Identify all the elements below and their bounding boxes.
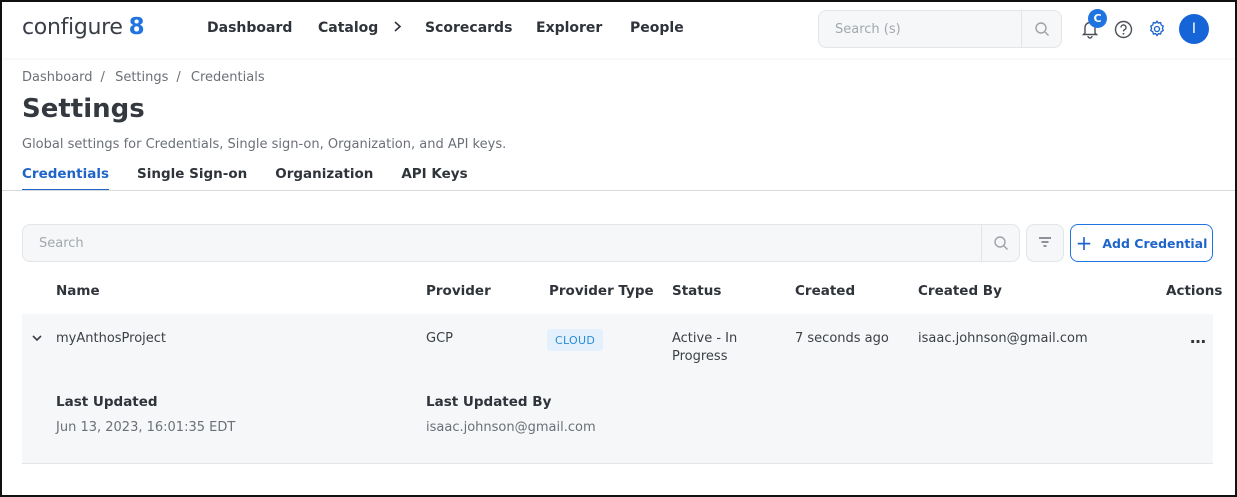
- chevron-right-icon: [393, 20, 402, 36]
- tab-credentials[interactable]: Credentials: [22, 166, 110, 191]
- nav-catalog[interactable]: Catalog: [318, 20, 402, 36]
- breadcrumb-separator: /: [176, 70, 181, 85]
- credentials-search: [22, 224, 1020, 262]
- last-updated-by-value: isaac.johnson@gmail.com: [426, 420, 596, 435]
- last-updated-label: Last Updated: [56, 394, 158, 410]
- page-subtitle: Global settings for Credentials, Single …: [22, 137, 507, 152]
- global-search-input[interactable]: [819, 11, 1019, 47]
- page-title: Settings: [22, 94, 145, 124]
- nav-people[interactable]: People: [630, 20, 684, 36]
- settings-tabs: Credentials Single Sign-on Organization …: [22, 166, 496, 191]
- add-credential-label: Add Credential: [1102, 235, 1208, 251]
- column-header-provider[interactable]: Provider: [426, 283, 491, 299]
- logo-mark: 8: [128, 14, 145, 40]
- row-name: myAnthosProject: [56, 331, 167, 346]
- configure8-logo[interactable]: configure 8: [22, 14, 145, 40]
- notification-badge: C: [1088, 9, 1107, 28]
- column-header-actions: Actions: [1166, 283, 1223, 299]
- tabs-divider: [2, 190, 1235, 191]
- row-status-line1: Active - In: [672, 331, 738, 346]
- add-credential-button[interactable]: + Add Credential: [1070, 224, 1213, 262]
- row-created-by: isaac.johnson@gmail.com: [918, 331, 1088, 346]
- column-header-name[interactable]: Name: [56, 283, 100, 299]
- row-status-line2: Progress: [672, 349, 728, 364]
- row-status: Active - In Progress: [672, 330, 737, 366]
- breadcrumb-credentials: Credentials: [190, 70, 265, 85]
- chevron-down-icon[interactable]: [30, 330, 44, 344]
- nav-catalog-label: Catalog: [318, 20, 379, 36]
- breadcrumb-separator: /: [100, 70, 105, 85]
- nav-scorecards[interactable]: Scorecards: [425, 20, 512, 36]
- column-header-created[interactable]: Created: [795, 283, 855, 299]
- row-provider: GCP: [426, 331, 453, 346]
- breadcrumb-settings[interactable]: Settings: [115, 70, 168, 85]
- search-icon[interactable]: [1021, 11, 1061, 47]
- column-header-status[interactable]: Status: [672, 283, 721, 299]
- column-header-created-by[interactable]: Created By: [918, 283, 1002, 299]
- tab-single-sign-on[interactable]: Single Sign-on: [137, 166, 247, 190]
- last-updated-by-label: Last Updated By: [426, 394, 552, 410]
- provider-type-tag: CLOUD: [547, 329, 604, 351]
- filter-icon: [1037, 234, 1053, 253]
- last-updated-value: Jun 13, 2023, 16:01:35 EDT: [56, 420, 236, 435]
- tab-organization[interactable]: Organization: [275, 166, 373, 190]
- column-header-provider-type[interactable]: Provider Type: [549, 283, 654, 299]
- breadcrumb-dashboard[interactable]: Dashboard: [22, 70, 93, 85]
- row-created: 7 seconds ago: [795, 331, 889, 346]
- credentials-search-input[interactable]: [23, 225, 973, 261]
- breadcrumb: Dashboard / Settings / Credentials: [22, 70, 271, 85]
- logo-text: configure: [22, 15, 123, 40]
- tab-api-keys[interactable]: API Keys: [401, 166, 467, 190]
- filter-button[interactable]: [1026, 224, 1064, 262]
- gear-icon[interactable]: [1146, 18, 1168, 40]
- nav-explorer[interactable]: Explorer: [536, 20, 602, 36]
- more-icon[interactable]: …: [1190, 328, 1206, 347]
- help-icon[interactable]: [1112, 18, 1134, 40]
- avatar[interactable]: I: [1179, 14, 1209, 44]
- global-search: [818, 10, 1062, 48]
- plus-icon: +: [1075, 231, 1093, 255]
- nav-dashboard[interactable]: Dashboard: [207, 20, 292, 36]
- search-icon[interactable]: [981, 225, 1019, 261]
- top-navigation-bar: configure 8 Dashboard Catalog Scorecards …: [2, 2, 1235, 58]
